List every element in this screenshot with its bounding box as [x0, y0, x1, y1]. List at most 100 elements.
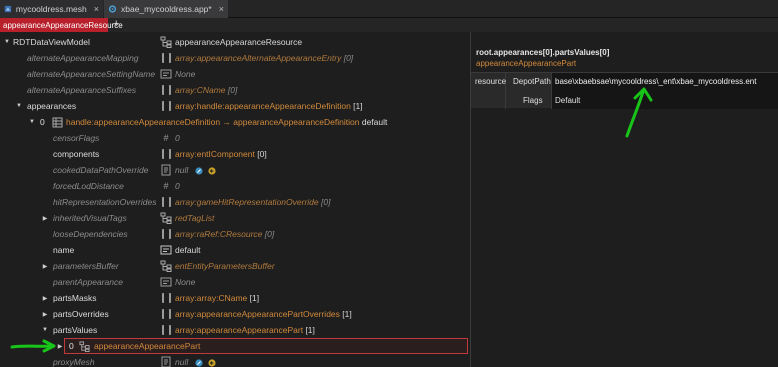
- tab-xbae-mycooldress-app[interactable]: xbae_mycooldress.app* ×: [104, 0, 228, 18]
- tree-row[interactable]: ▼ 0 handle:appearanceAppearanceDefinitio…: [0, 114, 470, 130]
- tree-row-value: array:array:CName [1]: [175, 293, 260, 303]
- resource-icon: [161, 164, 171, 176]
- tree-row-label: components: [53, 149, 100, 159]
- tree-row-label: alternateAppearanceSuffixes: [27, 85, 137, 95]
- tree-row-value: null: [175, 165, 216, 175]
- tree-row[interactable]: forcedLodDistance # 0: [0, 178, 470, 194]
- tree-row-value: array:handle:appearanceAppearanceDefinit…: [175, 101, 363, 111]
- tree-row-value: None: [175, 277, 196, 287]
- collapse-arrow-icon[interactable]: ▶: [56, 343, 64, 350]
- tree-row[interactable]: alternateAppearanceSuffixes array:CName …: [0, 82, 470, 98]
- tree-row[interactable]: ▶ partsMasks array:array:CName [1]: [0, 290, 470, 306]
- tab-appearance-resource[interactable]: appearanceAppearanceResource: [0, 18, 123, 32]
- go-back-icon[interactable]: [208, 359, 216, 367]
- hierarchy-icon: [160, 36, 172, 48]
- tree-row-label: looseDependencies: [53, 229, 128, 239]
- array-icon: [160, 84, 172, 96]
- inspector-path: root.appearances[0].partsValues[0]: [476, 48, 610, 57]
- tree-row[interactable]: ▶ parametersBuffer entEntityParametersBu…: [0, 258, 470, 274]
- tree-row[interactable]: ▼ appearances array:handle:appearanceApp…: [0, 98, 470, 114]
- tree-row[interactable]: cookedDataPathOverride null: [0, 162, 470, 178]
- collapse-arrow-icon[interactable]: ▶: [41, 295, 49, 302]
- expand-arrow-icon[interactable]: ▼: [3, 39, 11, 45]
- tree-row-index: 0: [40, 117, 45, 127]
- expand-arrow-icon[interactable]: ▼: [28, 119, 36, 125]
- tab-label: xbae_mycooldress.app*: [121, 4, 212, 14]
- array-icon: [160, 100, 172, 112]
- tree-row-value: appearanceAppearanceResource: [175, 37, 303, 47]
- expand-arrow-icon[interactable]: ▼: [15, 103, 23, 109]
- array-icon: [160, 148, 172, 160]
- collapse-arrow-icon[interactable]: ▶: [41, 311, 49, 318]
- gear-icon: [108, 5, 117, 13]
- tree-row-label: partsMasks: [53, 293, 97, 303]
- tree-row-value: 0: [175, 133, 180, 143]
- flags-label: Flags: [523, 96, 543, 105]
- inspector-type: appearanceAppearancePart: [476, 59, 577, 68]
- tree-row-value: entEntityParametersBuffer: [175, 261, 275, 271]
- array-icon: [160, 292, 172, 304]
- tree-row[interactable]: hitRepresentationOverrides array:gameHit…: [0, 194, 470, 210]
- add-tab-button[interactable]: +: [113, 18, 119, 32]
- tree-row-root[interactable]: ▼ RDTDataViewModel appearanceAppearanceR…: [0, 34, 470, 50]
- number-icon: #: [163, 181, 169, 191]
- tree-row-label: name: [53, 245, 75, 255]
- tree-row-value: appearanceAppearancePart: [94, 341, 201, 351]
- string-icon: [160, 245, 172, 255]
- open-link-icon[interactable]: [195, 167, 203, 175]
- tree-row-value: array:appearanceAppearancePart [1]: [175, 325, 315, 335]
- array-icon: [160, 196, 172, 208]
- tree-row[interactable]: alternateAppearanceMapping array:appeara…: [0, 50, 470, 66]
- close-icon[interactable]: ×: [219, 4, 224, 14]
- tree-row-label: proxyMesh: [53, 357, 95, 367]
- tree-row-index: 0: [69, 341, 74, 351]
- tree-row[interactable]: proxyMesh null: [0, 354, 470, 367]
- close-icon[interactable]: ×: [94, 4, 99, 14]
- string-icon: [160, 69, 172, 79]
- tree-row-label: RDTDataViewModel: [13, 37, 90, 47]
- tree-row-label: alternateAppearanceMapping: [27, 53, 139, 63]
- tree-row[interactable]: components array:entIComponent [0]: [0, 146, 470, 162]
- tree-row[interactable]: ▶ partsOverrides array:appearanceAppeara…: [0, 306, 470, 322]
- tree-row[interactable]: parentAppearance None: [0, 274, 470, 290]
- tab-mycooldress-mesh[interactable]: mycooldress.mesh ×: [0, 0, 103, 18]
- tree-row-value: None: [175, 69, 196, 79]
- tree-row[interactable]: name default: [0, 242, 470, 258]
- tree-row-label: cookedDataPathOverride: [53, 165, 149, 175]
- tree-row-label: parametersBuffer: [53, 261, 119, 271]
- tree-row-label: inheritedVisualTags: [53, 213, 127, 223]
- go-back-icon[interactable]: [208, 167, 216, 175]
- struct-icon: [52, 117, 63, 127]
- hierarchy-icon: [79, 340, 90, 352]
- field-name: resource: [475, 77, 507, 86]
- mesh-file-icon: [4, 5, 12, 13]
- tree-row-value: null: [175, 357, 216, 367]
- depot-path-value[interactable]: base\xbaebsae\mycooldress\_ent\xbae_myco…: [555, 77, 756, 86]
- tree-row-value: array:appearanceAppearancePartOverrides …: [175, 309, 352, 319]
- open-link-icon[interactable]: [195, 359, 203, 367]
- tree-row-value: default: [175, 245, 201, 255]
- depot-path-label: DepotPath: [513, 77, 551, 86]
- tree-row-label: hitRepresentationOverrides: [53, 197, 157, 207]
- flags-value[interactable]: Default: [555, 96, 580, 105]
- tree-row-selected[interactable]: ▶ 0 appearanceAppearancePart: [0, 338, 470, 354]
- tree-row[interactable]: censorFlags # 0: [0, 130, 470, 146]
- hierarchy-icon: [160, 260, 172, 272]
- tree-row-label: partsOverrides: [53, 309, 109, 319]
- collapse-arrow-icon[interactable]: ▶: [41, 263, 49, 270]
- array-icon: [160, 324, 172, 336]
- tree-row[interactable]: looseDependencies array:raRef:CResource …: [0, 226, 470, 242]
- tab-label: mycooldress.mesh: [15, 4, 87, 14]
- tree-row[interactable]: alternateAppearanceSettingName None: [0, 66, 470, 82]
- inspector-pane: root.appearances[0].partsValues[0] appea…: [471, 32, 778, 367]
- tree-row-label: forcedLodDistance: [53, 181, 124, 191]
- tree-row-value: array:gameHitRepresentationOverride [0]: [175, 197, 331, 207]
- tree-row[interactable]: ▼ partsValues array:appearanceAppearance…: [0, 322, 470, 338]
- collapse-arrow-icon[interactable]: ▶: [41, 215, 49, 222]
- expand-arrow-icon[interactable]: ▼: [41, 327, 49, 333]
- tree-row[interactable]: ▶ inheritedVisualTags redTagList: [0, 210, 470, 226]
- tree-row-label: censorFlags: [53, 133, 100, 143]
- array-icon: [160, 228, 172, 240]
- tree-row-value: array:entIComponent [0]: [175, 149, 267, 159]
- tree-row-label: alternateAppearanceSettingName: [27, 69, 156, 79]
